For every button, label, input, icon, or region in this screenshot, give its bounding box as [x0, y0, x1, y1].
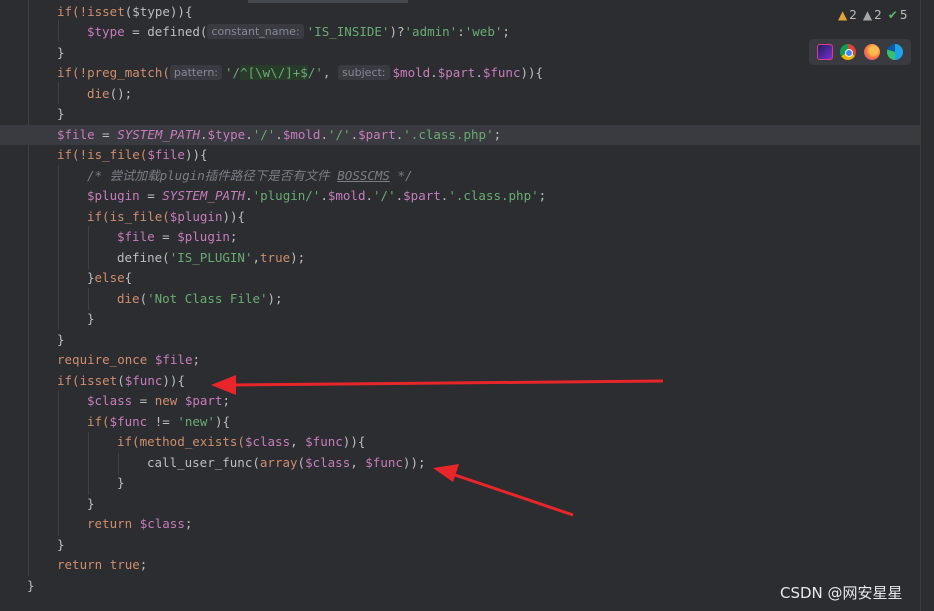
annotation-arrow-head	[211, 375, 236, 395]
watermark: CSDN @网安星星	[780, 584, 903, 602]
code-editor[interactable]: if(!isset($type)){ $type = defined(const…	[0, 0, 934, 611]
annotation-arrows	[211, 375, 664, 517]
annotation-arrow-head	[433, 464, 459, 482]
annotation-arrow-line	[451, 472, 574, 517]
annotation-arrow-line	[231, 379, 664, 387]
